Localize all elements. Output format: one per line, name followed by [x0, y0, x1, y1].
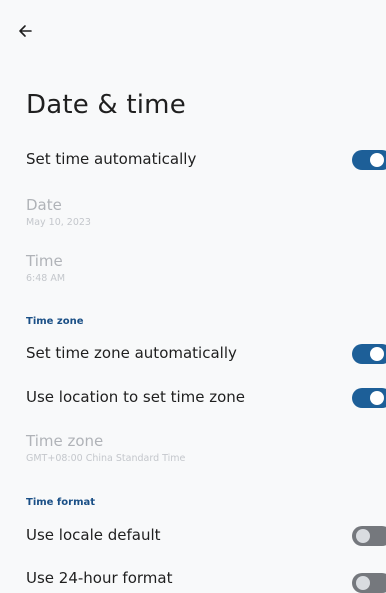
- use-location-time-zone-row[interactable]: Use location to set time zone: [26, 388, 386, 406]
- page-title: Date & time: [26, 90, 186, 120]
- toggle-knob: [370, 391, 384, 405]
- set-time-zone-automatically-toggle[interactable]: [352, 344, 386, 364]
- toggle-knob: [370, 347, 384, 361]
- use-locale-default-label: Use locale default: [26, 526, 161, 544]
- set-time-zone-automatically-row[interactable]: Set time zone automatically: [26, 344, 386, 362]
- set-time-zone-automatically-label: Set time zone automatically: [26, 344, 237, 362]
- use-24-hour-format-label: Use 24-hour format: [26, 569, 173, 587]
- time-label: Time: [26, 252, 63, 270]
- use-24-hour-format-row[interactable]: Use 24-hour format: [26, 569, 386, 587]
- use-location-time-zone-label: Use location to set time zone: [26, 388, 246, 406]
- arrow-left-icon: [19, 25, 32, 37]
- time-zone-row: Time zone GMT+08:00 China Standard Time: [26, 432, 386, 464]
- toggle-knob: [356, 529, 370, 543]
- use-location-time-zone-toggle[interactable]: [352, 388, 386, 408]
- use-locale-default-row[interactable]: Use locale default: [26, 526, 386, 544]
- time-zone-section-header: Time zone: [26, 316, 84, 327]
- set-time-automatically-label: Set time automatically: [26, 150, 197, 168]
- use-locale-default-toggle[interactable]: [352, 526, 386, 546]
- time-row: Time 6:48 AM: [26, 252, 386, 284]
- toggle-knob: [370, 153, 384, 167]
- time-zone-label: Time zone: [26, 432, 104, 450]
- date-label: Date: [26, 196, 62, 214]
- time-value: 6:48 AM: [26, 273, 66, 284]
- use-24-hour-format-toggle[interactable]: [352, 573, 386, 593]
- time-format-section-header: Time format: [26, 497, 96, 508]
- date-value: May 10, 2023: [26, 217, 91, 228]
- date-row: Date May 10, 2023: [26, 196, 386, 228]
- back-button[interactable]: [18, 18, 46, 44]
- set-time-automatically-toggle[interactable]: [352, 150, 386, 170]
- set-time-automatically-row[interactable]: Set time automatically: [26, 150, 386, 168]
- toggle-knob: [356, 576, 370, 590]
- time-zone-value: GMT+08:00 China Standard Time: [26, 453, 186, 464]
